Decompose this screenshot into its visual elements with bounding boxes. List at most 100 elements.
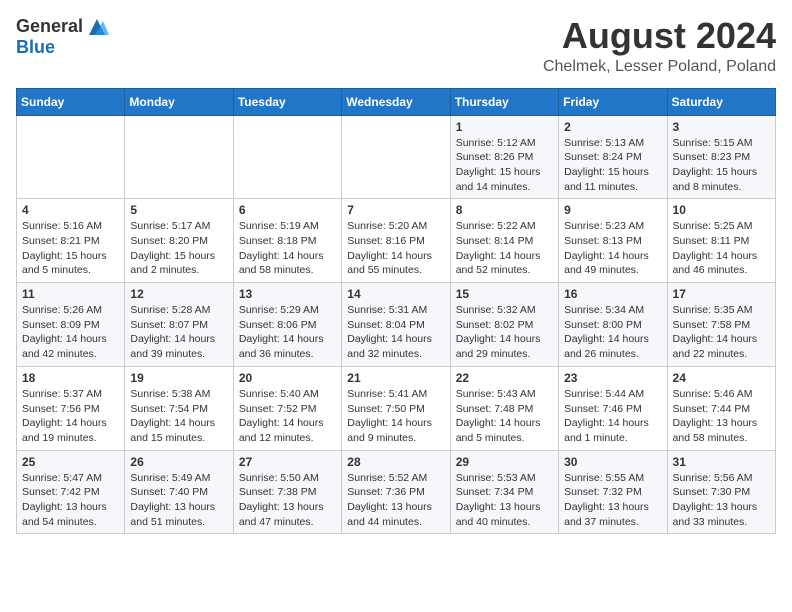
calendar-cell: 17 Sunrise: 5:35 AMSunset: 7:58 PMDayligh… xyxy=(667,283,775,367)
calendar-cell: 27 Sunrise: 5:50 AMSunset: 7:38 PMDayligh… xyxy=(233,450,341,534)
calendar-week-row: 18 Sunrise: 5:37 AMSunset: 7:56 PMDayligh… xyxy=(17,366,776,450)
calendar-cell: 13 Sunrise: 5:29 AMSunset: 8:06 PMDayligh… xyxy=(233,283,341,367)
day-number: 31 xyxy=(673,455,770,469)
calendar-cell xyxy=(342,115,450,199)
day-info: Sunrise: 5:38 AMSunset: 7:54 PMDaylight:… xyxy=(130,387,227,446)
calendar-week-row: 25 Sunrise: 5:47 AMSunset: 7:42 PMDayligh… xyxy=(17,450,776,534)
calendar-cell xyxy=(125,115,233,199)
calendar-cell: 4 Sunrise: 5:16 AMSunset: 8:21 PMDaylight… xyxy=(17,199,125,283)
day-info: Sunrise: 5:15 AMSunset: 8:23 PMDaylight:… xyxy=(673,136,770,195)
day-info: Sunrise: 5:44 AMSunset: 7:46 PMDaylight:… xyxy=(564,387,661,446)
day-info: Sunrise: 5:25 AMSunset: 8:11 PMDaylight:… xyxy=(673,219,770,278)
day-info: Sunrise: 5:50 AMSunset: 7:38 PMDaylight:… xyxy=(239,471,336,530)
day-info: Sunrise: 5:34 AMSunset: 8:00 PMDaylight:… xyxy=(564,303,661,362)
day-info: Sunrise: 5:23 AMSunset: 8:13 PMDaylight:… xyxy=(564,219,661,278)
calendar-cell xyxy=(17,115,125,199)
month-title: August 2024 xyxy=(543,16,776,56)
calendar-cell: 19 Sunrise: 5:38 AMSunset: 7:54 PMDayligh… xyxy=(125,366,233,450)
day-of-week-header: Tuesday xyxy=(233,88,341,115)
day-info: Sunrise: 5:16 AMSunset: 8:21 PMDaylight:… xyxy=(22,219,119,278)
calendar-cell: 5 Sunrise: 5:17 AMSunset: 8:20 PMDaylight… xyxy=(125,199,233,283)
day-info: Sunrise: 5:47 AMSunset: 7:42 PMDaylight:… xyxy=(22,471,119,530)
calendar-cell: 26Sunrise: 5:49 AMSunset: 7:40 PMDayligh… xyxy=(125,450,233,534)
calendar-cell: 18 Sunrise: 5:37 AMSunset: 7:56 PMDayligh… xyxy=(17,366,125,450)
day-number: 13 xyxy=(239,287,336,301)
calendar-cell: 23 Sunrise: 5:44 AMSunset: 7:46 PMDayligh… xyxy=(559,366,667,450)
day-info: Sunrise: 5:22 AMSunset: 8:14 PMDaylight:… xyxy=(456,219,553,278)
day-info: Sunrise: 5:55 AMSunset: 7:32 PMDaylight:… xyxy=(564,471,661,530)
logo: General Blue xyxy=(16,16,109,58)
day-number: 23 xyxy=(564,371,661,385)
day-number: 10 xyxy=(673,203,770,217)
day-info: Sunrise: 5:53 AMSunset: 7:34 PMDaylight:… xyxy=(456,471,553,530)
day-info: Sunrise: 5:19 AMSunset: 8:18 PMDaylight:… xyxy=(239,219,336,278)
calendar-cell: 3 Sunrise: 5:15 AMSunset: 8:23 PMDaylight… xyxy=(667,115,775,199)
day-number: 3 xyxy=(673,120,770,134)
day-number: 14 xyxy=(347,287,444,301)
day-number: 7 xyxy=(347,203,444,217)
day-info: Sunrise: 5:52 AMSunset: 7:36 PMDaylight:… xyxy=(347,471,444,530)
day-number: 26 xyxy=(130,455,227,469)
day-info: Sunrise: 5:17 AMSunset: 8:20 PMDaylight:… xyxy=(130,219,227,278)
day-of-week-header: Sunday xyxy=(17,88,125,115)
day-number: 17 xyxy=(673,287,770,301)
calendar-cell: 16Sunrise: 5:34 AMSunset: 8:00 PMDayligh… xyxy=(559,283,667,367)
day-number: 1 xyxy=(456,120,553,134)
day-number: 12 xyxy=(130,287,227,301)
calendar-cell: 8 Sunrise: 5:22 AMSunset: 8:14 PMDaylight… xyxy=(450,199,558,283)
day-number: 5 xyxy=(130,203,227,217)
header: General Blue August 2024 Chelmek, Lesser… xyxy=(16,16,776,76)
day-number: 8 xyxy=(456,203,553,217)
day-number: 22 xyxy=(456,371,553,385)
day-number: 15 xyxy=(456,287,553,301)
calendar-cell: 25 Sunrise: 5:47 AMSunset: 7:42 PMDayligh… xyxy=(17,450,125,534)
calendar-cell: 29 Sunrise: 5:53 AMSunset: 7:34 PMDayligh… xyxy=(450,450,558,534)
day-info: Sunrise: 5:31 AMSunset: 8:04 PMDaylight:… xyxy=(347,303,444,362)
calendar-cell: 7 Sunrise: 5:20 AMSunset: 8:16 PMDaylight… xyxy=(342,199,450,283)
day-info: Sunrise: 5:41 AMSunset: 7:50 PMDaylight:… xyxy=(347,387,444,446)
day-info: Sunrise: 5:20 AMSunset: 8:16 PMDaylight:… xyxy=(347,219,444,278)
calendar-cell: 24Sunrise: 5:46 AMSunset: 7:44 PMDayligh… xyxy=(667,366,775,450)
day-number: 18 xyxy=(22,371,119,385)
calendar-cell: 20Sunrise: 5:40 AMSunset: 7:52 PMDayligh… xyxy=(233,366,341,450)
day-number: 25 xyxy=(22,455,119,469)
day-info: Sunrise: 5:29 AMSunset: 8:06 PMDaylight:… xyxy=(239,303,336,362)
calendar-cell: 2 Sunrise: 5:13 AMSunset: 8:24 PMDaylight… xyxy=(559,115,667,199)
calendar-week-row: 1 Sunrise: 5:12 AMSunset: 8:26 PMDaylight… xyxy=(17,115,776,199)
day-of-week-header: Wednesday xyxy=(342,88,450,115)
calendar-header-row: SundayMondayTuesdayWednesdayThursdayFrid… xyxy=(17,88,776,115)
day-number: 19 xyxy=(130,371,227,385)
calendar-cell: 12 Sunrise: 5:28 AMSunset: 8:07 PMDayligh… xyxy=(125,283,233,367)
day-info: Sunrise: 5:32 AMSunset: 8:02 PMDaylight:… xyxy=(456,303,553,362)
day-number: 4 xyxy=(22,203,119,217)
day-info: Sunrise: 5:28 AMSunset: 8:07 PMDaylight:… xyxy=(130,303,227,362)
logo-blue-text: Blue xyxy=(16,37,55,57)
day-number: 2 xyxy=(564,120,661,134)
calendar-cell: 1 Sunrise: 5:12 AMSunset: 8:26 PMDaylight… xyxy=(450,115,558,199)
day-info: Sunrise: 5:37 AMSunset: 7:56 PMDaylight:… xyxy=(22,387,119,446)
calendar-cell: 21Sunrise: 5:41 AMSunset: 7:50 PMDayligh… xyxy=(342,366,450,450)
calendar-cell: 10 Sunrise: 5:25 AMSunset: 8:11 PMDayligh… xyxy=(667,199,775,283)
subtitle: Chelmek, Lesser Poland, Poland xyxy=(543,58,776,76)
day-of-week-header: Friday xyxy=(559,88,667,115)
day-info: Sunrise: 5:13 AMSunset: 8:24 PMDaylight:… xyxy=(564,136,661,195)
day-info: Sunrise: 5:46 AMSunset: 7:44 PMDaylight:… xyxy=(673,387,770,446)
day-of-week-header: Saturday xyxy=(667,88,775,115)
day-number: 29 xyxy=(456,455,553,469)
day-info: Sunrise: 5:12 AMSunset: 8:26 PMDaylight:… xyxy=(456,136,553,195)
calendar-week-row: 4 Sunrise: 5:16 AMSunset: 8:21 PMDaylight… xyxy=(17,199,776,283)
calendar-cell: 11Sunrise: 5:26 AMSunset: 8:09 PMDayligh… xyxy=(17,283,125,367)
day-number: 27 xyxy=(239,455,336,469)
calendar-cell: 31Sunrise: 5:56 AMSunset: 7:30 PMDayligh… xyxy=(667,450,775,534)
calendar-week-row: 11Sunrise: 5:26 AMSunset: 8:09 PMDayligh… xyxy=(17,283,776,367)
day-number: 28 xyxy=(347,455,444,469)
day-info: Sunrise: 5:43 AMSunset: 7:48 PMDaylight:… xyxy=(456,387,553,446)
calendar-cell: 6Sunrise: 5:19 AMSunset: 8:18 PMDaylight… xyxy=(233,199,341,283)
calendar-table: SundayMondayTuesdayWednesdayThursdayFrid… xyxy=(16,88,776,535)
calendar-cell xyxy=(233,115,341,199)
logo-icon xyxy=(85,17,109,37)
calendar-cell: 28 Sunrise: 5:52 AMSunset: 7:36 PMDayligh… xyxy=(342,450,450,534)
day-number: 20 xyxy=(239,371,336,385)
day-number: 30 xyxy=(564,455,661,469)
day-info: Sunrise: 5:35 AMSunset: 7:58 PMDaylight:… xyxy=(673,303,770,362)
